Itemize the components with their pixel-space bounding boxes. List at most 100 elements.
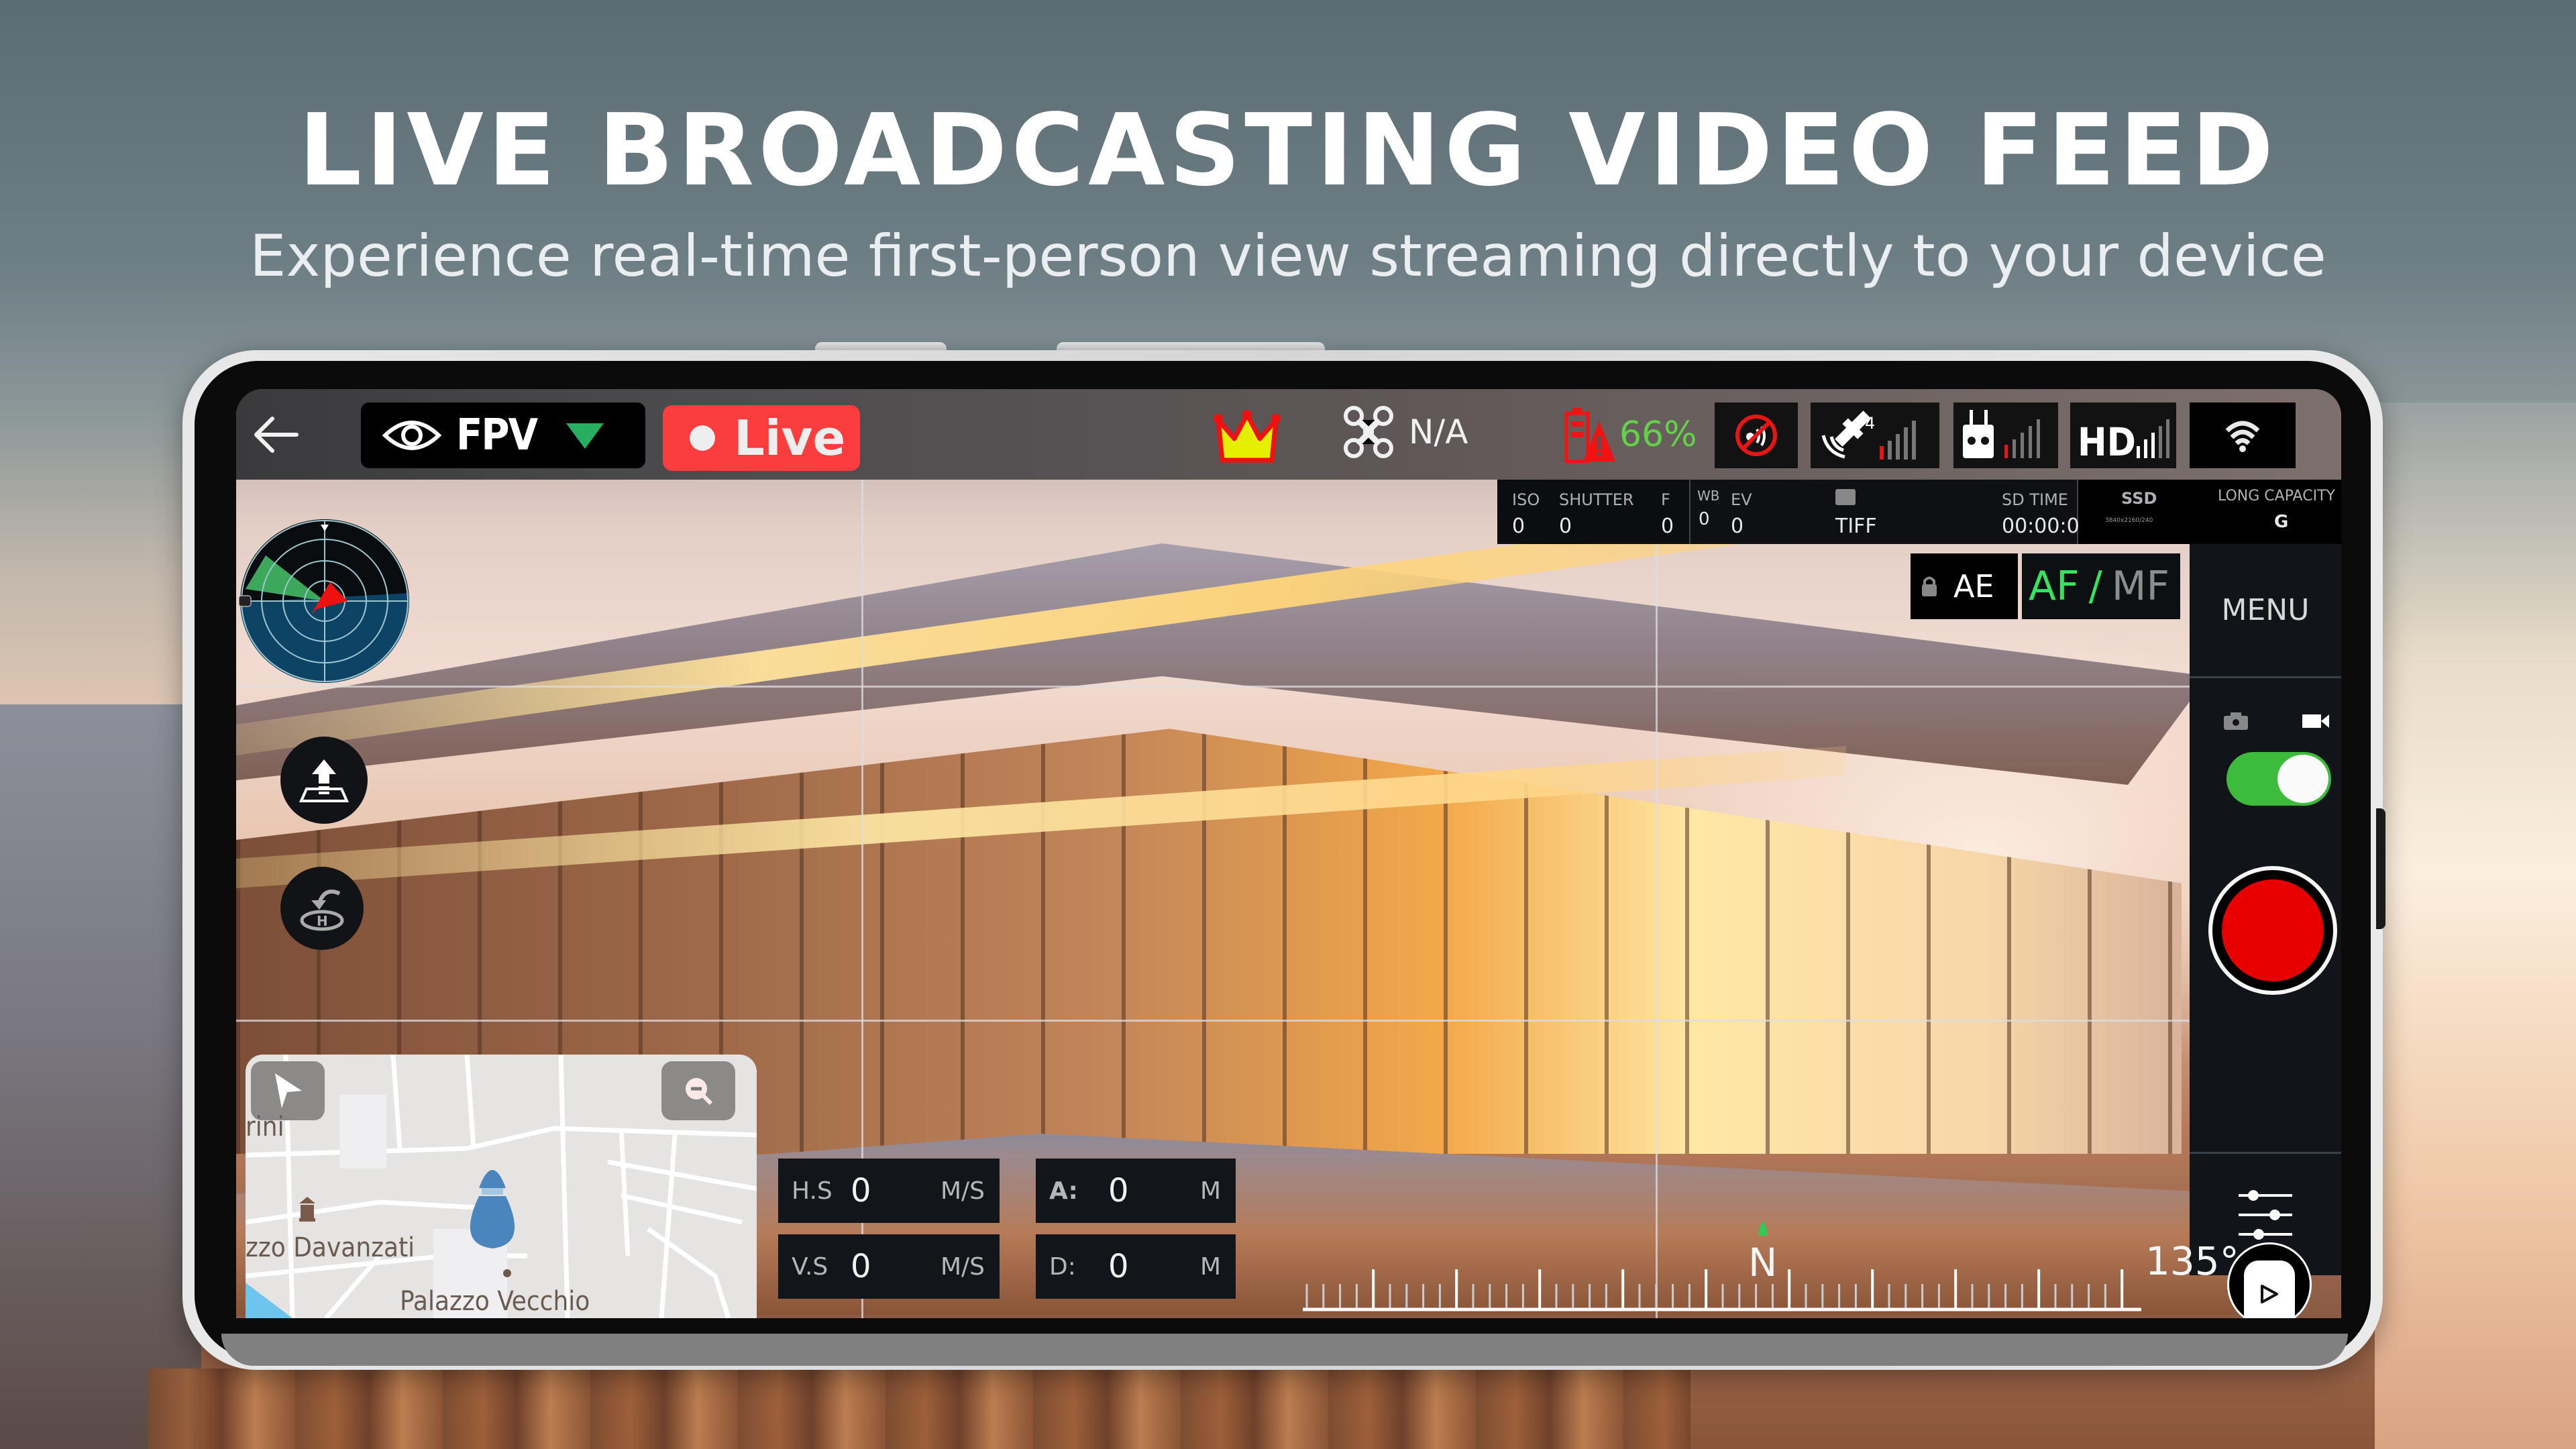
svg-text:H: H bbox=[317, 913, 328, 929]
drone-status: N/A bbox=[1343, 404, 1468, 460]
sd-time-label: SD TIME bbox=[2002, 490, 2068, 509]
dist-value: 0 bbox=[1108, 1248, 1129, 1285]
camera-icon[interactable] bbox=[2223, 712, 2249, 731]
map-zoom-out-button[interactable] bbox=[661, 1061, 735, 1120]
map-label: zzo Davanzati bbox=[246, 1232, 415, 1263]
background-building-base bbox=[148, 1368, 1690, 1449]
ae-lock-button[interactable]: AE bbox=[1911, 553, 2018, 619]
altitude-readout: A: 0 M bbox=[1036, 1159, 1236, 1223]
shutter-value: 0 bbox=[1559, 515, 1572, 538]
photo-video-toggle[interactable] bbox=[2226, 752, 2331, 806]
phone-chin bbox=[221, 1334, 2348, 1366]
compass-north-label: N bbox=[1748, 1240, 1778, 1285]
back-button[interactable] bbox=[250, 408, 303, 462]
map-poi-dot bbox=[503, 1269, 511, 1277]
view-mode-dropdown[interactable]: FPV bbox=[361, 402, 645, 468]
play-icon bbox=[2261, 1285, 2278, 1303]
lock-icon bbox=[1922, 576, 1937, 596]
takeoff-button[interactable] bbox=[280, 737, 368, 824]
capacity-info: LONG CAPACITY G bbox=[2212, 480, 2341, 544]
north-marker-icon bbox=[1758, 1221, 1768, 1236]
navigation-arrow-icon bbox=[275, 1073, 302, 1108]
ssd-value: 3840x2160/240 bbox=[2105, 517, 2153, 524]
hs-unit: M/S bbox=[940, 1177, 985, 1205]
caret-down-icon bbox=[566, 423, 604, 449]
return-home-button[interactable]: H bbox=[280, 867, 364, 950]
hero-title: LIVE BROADCASTING VIDEO FEED bbox=[298, 93, 2278, 208]
gps-signal-tile[interactable]: 4 bbox=[1811, 402, 1939, 468]
drone-icon bbox=[1344, 406, 1393, 458]
map-label: rini bbox=[246, 1112, 284, 1142]
hs-label: H.S bbox=[792, 1177, 833, 1205]
capture-params[interactable]: WB 0 EV 0 TIFF SD TIME 00:00:00 bbox=[1690, 480, 2092, 544]
background-sky bbox=[2375, 402, 2576, 1449]
satellite-icon: 4 bbox=[1821, 411, 1916, 460]
capacity-value: G bbox=[2274, 512, 2289, 532]
drone-location-marker[interactable] bbox=[459, 1159, 526, 1252]
toggle-knob bbox=[2277, 755, 2328, 803]
ssd-info: SSD 3840x2160/240 bbox=[2078, 480, 2212, 544]
view-mode-label: FPV bbox=[456, 411, 538, 460]
museum-icon bbox=[299, 1197, 315, 1222]
alt-label: A: bbox=[1049, 1177, 1078, 1205]
af-label: AF bbox=[2029, 563, 2080, 610]
radar-icon[interactable] bbox=[239, 515, 411, 687]
background-wall bbox=[0, 704, 201, 1449]
battery-percent: 66% bbox=[1619, 415, 1697, 455]
vertical-speed-readout: V.S 0 M/S bbox=[778, 1234, 1000, 1299]
vs-label: V.S bbox=[792, 1252, 828, 1281]
compass-heading-strip: N 135° bbox=[1276, 1214, 2239, 1318]
compass-heading-value: 135° bbox=[2145, 1238, 2239, 1284]
battery-status: 66% bbox=[1564, 407, 1697, 463]
hd-signal-icon: HD bbox=[2078, 419, 2169, 462]
map-label: Palazzo Vecchio bbox=[400, 1286, 590, 1317]
grid-line bbox=[236, 686, 2195, 688]
drone-status-text: N/A bbox=[1409, 413, 1468, 451]
remote-controller-icon bbox=[1963, 410, 2040, 458]
iso-value: 0 bbox=[1512, 515, 1525, 538]
wb-label: WB bbox=[1697, 488, 1720, 504]
zoom-out-icon bbox=[686, 1078, 713, 1106]
hd-video-link-tile[interactable]: HD bbox=[2070, 402, 2176, 468]
aperture-label: F bbox=[1661, 490, 1670, 509]
alt-value: 0 bbox=[1108, 1172, 1129, 1210]
exposure-params[interactable]: ISO 0 SHUTTER 0 F 0 bbox=[1497, 480, 1690, 544]
grid-line bbox=[236, 1020, 2195, 1022]
iso-label: ISO bbox=[1512, 490, 1540, 509]
fpv-screen: FPV Live N/A 66% 4 HD ISO 0 SHUTTER 0 F … bbox=[236, 389, 2341, 1318]
live-button[interactable]: Live bbox=[663, 405, 860, 471]
live-dot-icon bbox=[690, 425, 715, 451]
wifi-tile[interactable] bbox=[2190, 402, 2296, 468]
focus-mode-button[interactable]: AF / MF bbox=[2022, 553, 2180, 619]
mf-label: MF bbox=[2111, 563, 2170, 610]
file-format-value: TIFF bbox=[1835, 515, 1877, 538]
menu-button[interactable]: MENU bbox=[2190, 544, 2341, 678]
compass-scale bbox=[1303, 1269, 2141, 1311]
wifi-icon bbox=[2225, 421, 2260, 452]
sensor-off-icon bbox=[1735, 415, 1777, 456]
takeoff-icon bbox=[299, 759, 350, 802]
alt-unit: M bbox=[1199, 1177, 1221, 1205]
record-button[interactable] bbox=[2208, 866, 2337, 995]
dist-label: D: bbox=[1049, 1252, 1076, 1281]
shutter-label: SHUTTER bbox=[1559, 490, 1634, 509]
crown-icon[interactable] bbox=[1213, 409, 1281, 463]
focus-separator: / bbox=[2088, 563, 2102, 610]
remote-controller-tile[interactable] bbox=[1953, 402, 2058, 468]
sd-card-icon bbox=[1835, 489, 1856, 505]
video-camera-icon[interactable] bbox=[2302, 713, 2330, 729]
top-status-bar: FPV Live N/A 66% 4 HD bbox=[236, 389, 2341, 480]
hero-subtitle: Experience real-time first-person view s… bbox=[250, 223, 2326, 290]
obstacle-avoidance-tile[interactable] bbox=[1715, 402, 1798, 468]
ev-label: EV bbox=[1731, 490, 1752, 509]
vs-unit: M/S bbox=[940, 1252, 985, 1281]
horizontal-speed-readout: H.S 0 M/S bbox=[778, 1159, 1000, 1223]
camera-parameters-bar[interactable]: ISO 0 SHUTTER 0 F 0 WB 0 EV 0 TIFF SD TI… bbox=[1497, 480, 2341, 544]
live-label: Live bbox=[734, 410, 846, 466]
eye-icon bbox=[382, 421, 442, 450]
mini-map[interactable]: rini zzo Davanzati Palazzo Vecchio bbox=[246, 1055, 757, 1318]
gps-satellite-count: 4 bbox=[1865, 414, 1875, 433]
grid-line bbox=[1656, 480, 1658, 1318]
ssd-label: SSD bbox=[2121, 489, 2157, 508]
hs-value: 0 bbox=[851, 1172, 871, 1210]
